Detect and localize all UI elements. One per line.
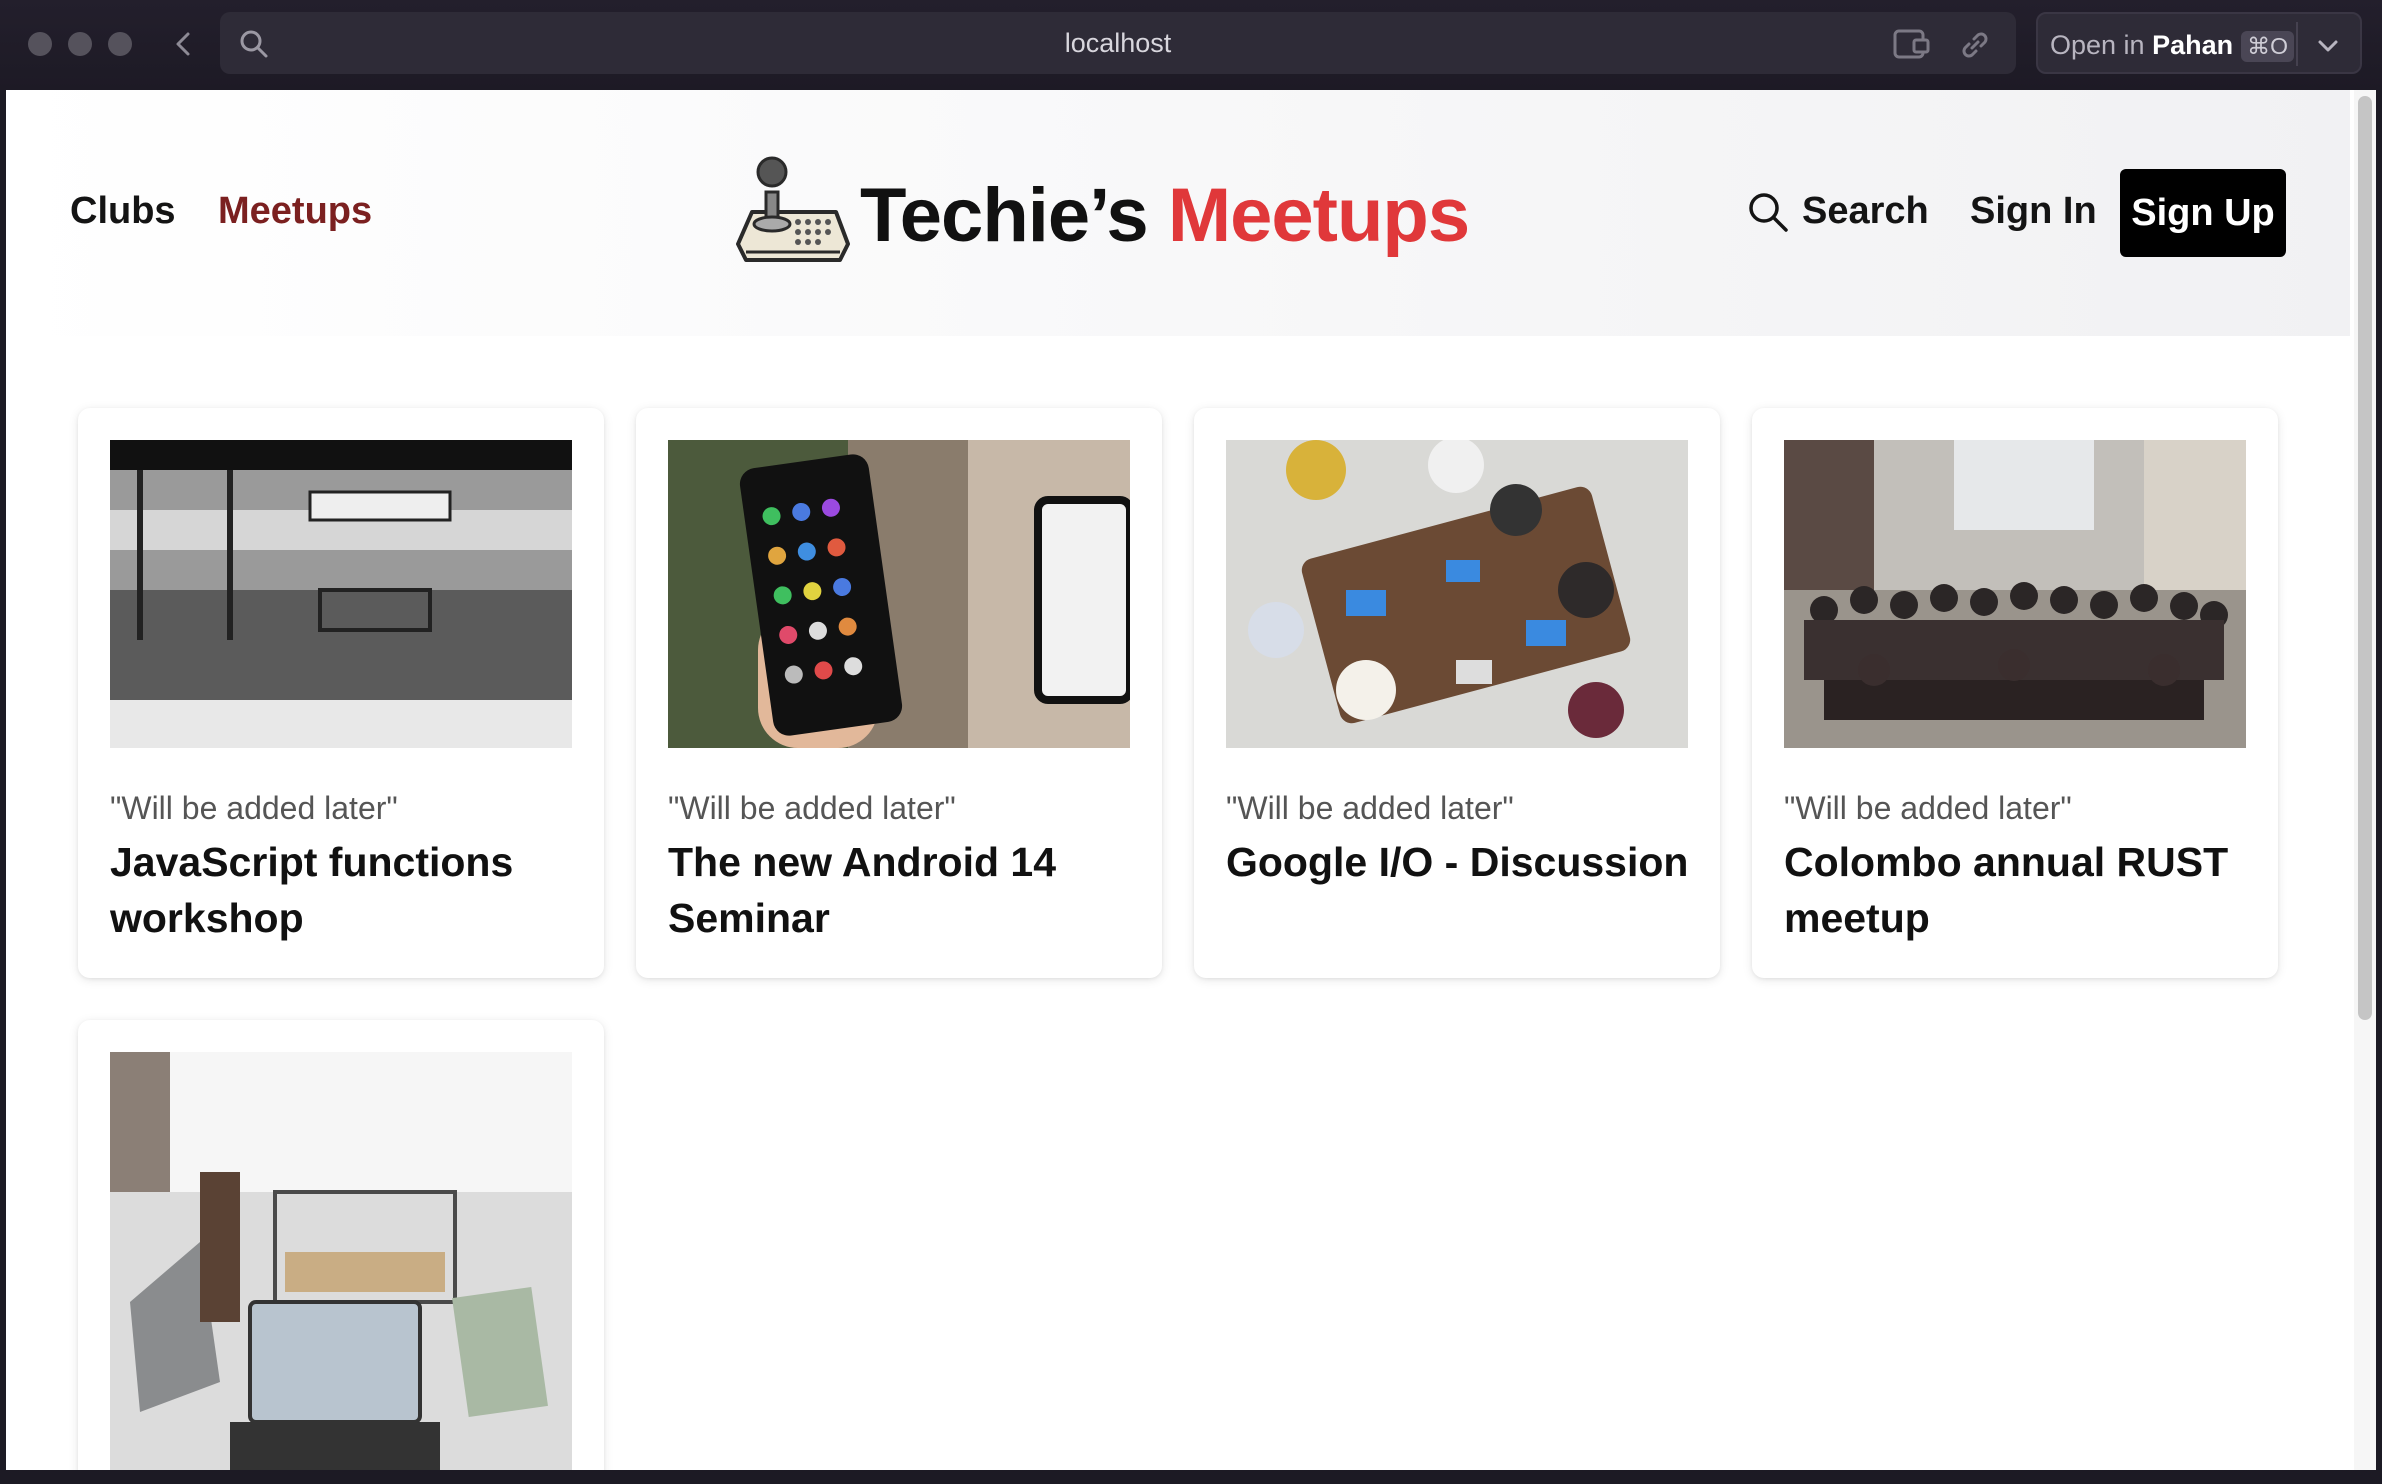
url-bar[interactable]: localhost xyxy=(220,12,2016,74)
meetup-title[interactable]: JavaScript functions workshop xyxy=(110,834,580,946)
site-header: Clubs Meetups Techie’s Meetups Search Si… xyxy=(6,90,2350,336)
zoom-window-button[interactable] xyxy=(108,32,132,56)
divider xyxy=(2296,22,2298,66)
joystick-icon xyxy=(732,152,852,272)
page-viewport: Clubs Meetups Techie’s Meetups Search Si… xyxy=(6,90,2376,1470)
back-icon[interactable] xyxy=(166,24,202,64)
nav-clubs[interactable]: Clubs xyxy=(70,190,176,233)
url-text[interactable]: localhost xyxy=(220,28,2016,59)
meetup-date: "Will be added later" xyxy=(1784,790,2072,826)
team-meeting-photo xyxy=(1226,440,1688,748)
reader-mode-icon[interactable] xyxy=(1892,28,1932,60)
group-photo xyxy=(1784,440,2246,748)
browser-toolbar: localhost Open in Pahan ⌘O xyxy=(0,0,2382,90)
meetup-title[interactable]: Google I/O - Discussion xyxy=(1226,834,1696,890)
meetup-card[interactable]: "Will be added later" Google I/O - Discu… xyxy=(1194,408,1720,978)
search-icon xyxy=(1746,190,1790,234)
meetup-card[interactable]: "Will be added later" The new Android 14… xyxy=(636,408,1162,978)
laptop-desk-photo xyxy=(110,1052,572,1470)
sign-up-button[interactable]: Sign Up xyxy=(2120,169,2286,257)
android-phone-photo xyxy=(668,440,1130,748)
meetup-card[interactable]: "Will be added later" Colombo annual RUS… xyxy=(1752,408,2278,978)
search-label: Search xyxy=(1802,190,1929,232)
link-icon[interactable] xyxy=(1958,28,1992,62)
meetup-date: "Will be added later" xyxy=(668,790,956,826)
sign-in-link[interactable]: Sign In xyxy=(1970,190,2097,233)
open-in-label: Open in Pahan ⌘O xyxy=(2050,30,2295,62)
meetup-card[interactable] xyxy=(78,1020,604,1470)
open-in-app-button[interactable]: Open in Pahan ⌘O xyxy=(2036,12,2362,74)
meetup-title[interactable]: Colombo annual RUST meetup xyxy=(1784,834,2254,946)
meetup-date: "Will be added later" xyxy=(110,790,398,826)
minimize-window-button[interactable] xyxy=(68,32,92,56)
meetup-title[interactable]: The new Android 14 Seminar xyxy=(668,834,1138,946)
scrollbar-thumb[interactable] xyxy=(2358,96,2372,1020)
scrollbar[interactable] xyxy=(2354,90,2376,1470)
train-station-photo xyxy=(110,440,572,748)
meetup-date: "Will be added later" xyxy=(1226,790,1514,826)
nav-meetups[interactable]: Meetups xyxy=(218,190,372,233)
close-window-button[interactable] xyxy=(28,32,52,56)
meetup-card[interactable]: "Will be added later" JavaScript functio… xyxy=(78,408,604,978)
chevron-down-icon[interactable] xyxy=(2314,32,2342,60)
logo-text: Techie’s Meetups xyxy=(860,173,1470,258)
